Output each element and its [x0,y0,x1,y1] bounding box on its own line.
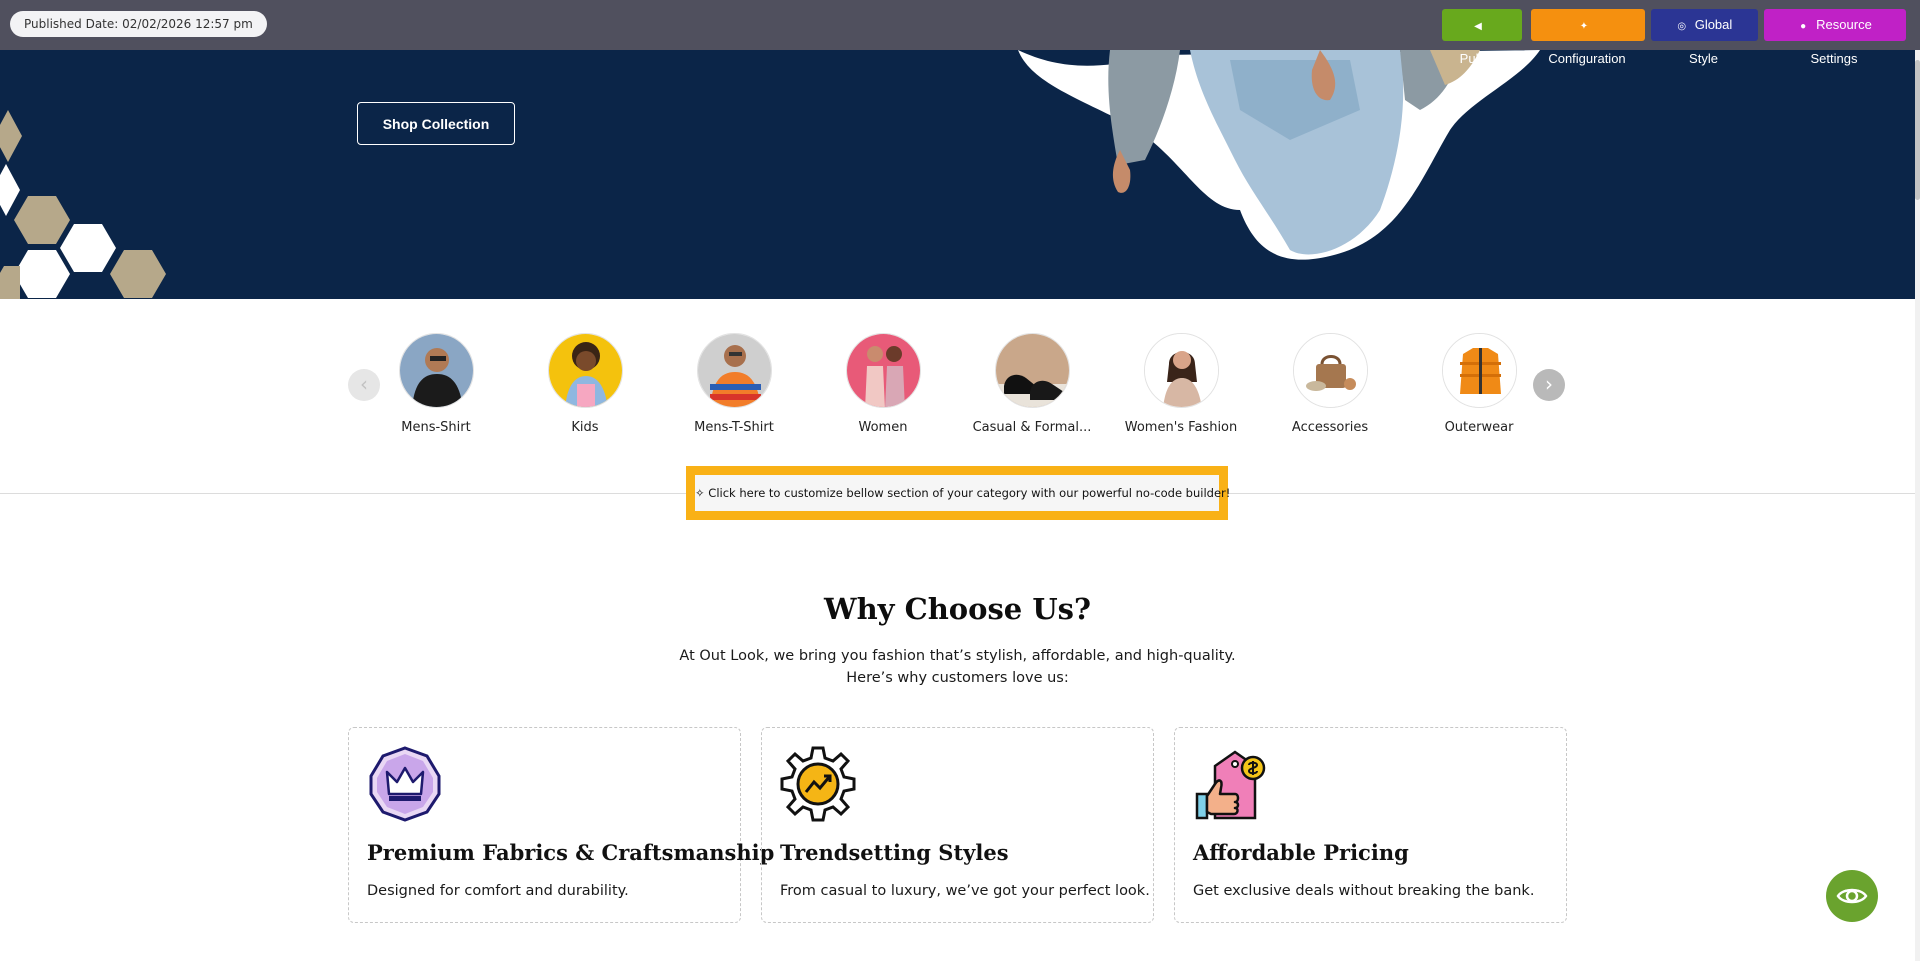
category-item-women[interactable]: Women [808,333,958,435]
why-choose-us-title: Why Choose Us? [824,592,1091,626]
category-label: Mens-T-Shirt [694,420,774,435]
category-item-mens-t-shirt[interactable]: Mens-T-Shirt [659,333,809,435]
category-label: Outerwear [1444,420,1514,435]
category-item-outerwear[interactable]: Outerwear [1404,333,1554,435]
subtitle-line: At Out Look, we bring you fashion that’s… [679,648,1236,664]
configuration-label: Configuration [1548,51,1626,66]
palette-icon: ◎ [1677,21,1687,32]
builder-prompt-text[interactable]: ✧ Click here to customize bellow section… [695,475,1230,511]
hexagon-decoration [0,110,166,299]
category-label: Kids [571,420,599,435]
category-label: Mens-Shirt [401,420,471,435]
category-image [1441,333,1517,408]
feature-card-trendsetting: Trendsetting Styles From casual to luxur… [761,727,1154,923]
scrollbar-thumb[interactable] [1915,60,1920,200]
shop-collection-button[interactable]: Shop Collection [357,102,515,145]
eye-icon [1836,888,1868,904]
feature-title: Trendsetting Styles [780,840,1009,865]
feature-title: Premium Fabrics & Craftsmanship [367,840,775,865]
admin-toolbar: Published Date: 02/02/2026 12:57 pm ◀ Pub… [0,0,1920,66]
category-image [398,333,474,408]
megaphone-icon: ◀ [1474,21,1482,32]
category-image [845,333,921,408]
feature-card-premium: Premium Fabrics & Craftsmanship Designed… [348,727,774,923]
sparkle-icon: ✦ [1579,21,1589,32]
category-item-mens-shirt[interactable]: Mens-Shirt [361,333,511,435]
feature-title: Affordable Pricing [1193,840,1409,865]
category-label: Women [858,420,908,435]
publish-button[interactable]: ◀ Publish [1442,9,1522,66]
category-image [1292,333,1368,408]
feature-text: Designed for comfort and durability. [367,883,629,899]
category-item-kids[interactable]: Kids [510,333,660,435]
hero-model-image [1018,50,1540,260]
category-label: Casual & Formal... [972,420,1092,435]
published-date-badge: Published Date: 02/02/2026 12:57 pm [10,11,267,37]
global-style-button[interactable]: ◎ Global Style [1651,9,1758,66]
category-label: Accessories [1291,420,1369,435]
category-item-accessories[interactable]: Accessories [1255,333,1405,435]
configuration-button[interactable]: ✦ Configuration [1531,9,1645,66]
category-image [547,333,623,408]
why-choose-us-subtitle: At Out Look, we bring you fashion that’s… [0,645,1915,689]
category-item-casual-formal[interactable]: Casual & Formal... [957,333,1107,435]
preview-button[interactable] [1826,870,1878,922]
category-image [1143,333,1219,408]
category-label: Women's Fashion [1124,420,1238,435]
category-item-womens-fashion[interactable]: Women's Fashion [1106,333,1256,435]
category-image [696,333,772,408]
publish-label: Publish [1459,51,1503,66]
gear-trend-icon [780,746,856,822]
feature-text: From casual to luxury, we’ve got your pe… [780,883,1150,899]
no-code-builder-prompt[interactable]: ✧ Click here to customize bellow section… [686,466,1230,520]
settings-icon: ● [1800,21,1807,32]
resource-settings-button[interactable]: ● Resource Settings [1764,9,1906,66]
feature-text: Get exclusive deals without breaking the… [1193,883,1535,899]
crown-icon [369,746,441,822]
subtitle-line: Here’s why customers love us: [846,670,1069,686]
feature-card-pricing: Affordable Pricing Get exclusive deals w… [1174,727,1567,923]
category-image [994,333,1070,408]
price-tag-icon [1195,750,1266,820]
